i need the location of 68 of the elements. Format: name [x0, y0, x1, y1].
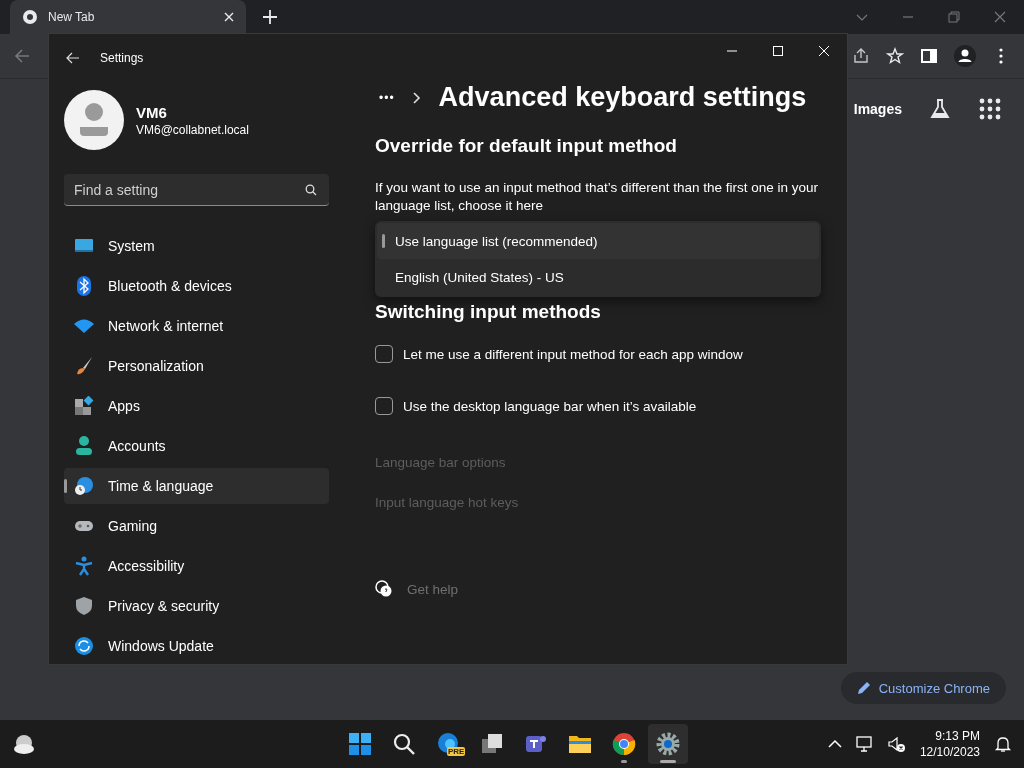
- star-icon[interactable]: [886, 47, 904, 65]
- chrome-icon: [612, 732, 636, 756]
- user-name: VM6: [136, 103, 168, 121]
- privacy-icon: [74, 596, 94, 616]
- help-chat-icon: [375, 580, 393, 598]
- dropdown-option[interactable]: Use language list (recommended): [377, 223, 819, 259]
- nav-item[interactable]: Windows Update: [64, 628, 329, 664]
- monitor-icon[interactable]: [855, 735, 874, 753]
- nav-item[interactable]: Accessibility: [64, 548, 329, 584]
- checkbox[interactable]: [375, 397, 393, 415]
- speaker-muted-icon[interactable]: [887, 735, 906, 753]
- user-email: VM6@collabnet.local: [136, 122, 249, 137]
- tab-title: New Tab: [48, 10, 96, 24]
- breadcrumb-overflow[interactable]: •••: [375, 90, 395, 105]
- nav-item[interactable]: Privacy & security: [64, 588, 329, 624]
- nav-item[interactable]: Time & language: [64, 468, 329, 504]
- nav-item[interactable]: Network & internet: [64, 308, 329, 344]
- nav-item[interactable]: Accounts: [64, 428, 329, 464]
- checkbox-label: Use the desktop language bar when it’s available: [403, 398, 697, 414]
- settings-icon: [656, 732, 680, 756]
- profile-icon[interactable]: [954, 45, 976, 67]
- preview-badge: PRE: [447, 747, 466, 756]
- checkbox[interactable]: [375, 345, 393, 363]
- avatar-icon: [64, 90, 124, 150]
- dropdown-option[interactable]: English (United States) - US: [377, 259, 819, 295]
- running-indicator: [621, 760, 627, 763]
- chevron-right-icon: [412, 91, 421, 104]
- share-icon[interactable]: [852, 47, 870, 65]
- search-icon: [392, 732, 416, 756]
- pencil-icon: [856, 681, 871, 695]
- nav-item[interactable]: Bluetooth & devices: [64, 268, 329, 304]
- weather-icon[interactable]: [12, 732, 36, 756]
- section-heading: Override for default input method: [375, 135, 678, 157]
- time-icon: [74, 476, 94, 496]
- update-icon: [74, 636, 94, 656]
- taskview-icon: [480, 732, 504, 756]
- maximize-icon[interactable]: [772, 44, 784, 57]
- section-heading: Switching input methods: [375, 301, 602, 323]
- brush-icon: [74, 356, 94, 376]
- browser-tab[interactable]: New Tab: [10, 0, 246, 34]
- apps-icon: [74, 396, 94, 416]
- taskbar-app[interactable]: [648, 724, 688, 764]
- restore-icon[interactable]: [948, 11, 960, 23]
- running-indicator: [660, 760, 676, 763]
- taskbar-app[interactable]: PRE: [428, 724, 468, 764]
- new-tab-icon[interactable]: [263, 10, 277, 24]
- checkbox-label: Let me use a different input method for each app window: [403, 346, 743, 362]
- accessibility-icon: [74, 556, 94, 576]
- nav-item[interactable]: System: [64, 228, 329, 264]
- description-text: If you want to use an input method that’s different than the first one in your language list, choose it here: [375, 179, 820, 215]
- search-icon[interactable]: [305, 184, 317, 196]
- bluetooth-icon: [74, 276, 94, 296]
- nav-item[interactable]: Apps: [64, 388, 329, 424]
- customize-chrome-button[interactable]: Customize Chrome: [840, 672, 1006, 704]
- flask-icon[interactable]: [928, 97, 952, 121]
- page-title: Advanced keyboard settings: [438, 82, 807, 113]
- start-icon: [348, 732, 372, 756]
- clock-time[interactable]: 9:13 PM: [935, 728, 980, 744]
- window-title: Settings: [100, 51, 144, 65]
- accounts-icon: [74, 436, 94, 456]
- side-panel-icon[interactable]: [920, 47, 938, 65]
- nav-item[interactable]: Personalization: [64, 348, 329, 384]
- bell-icon[interactable]: [994, 735, 1012, 753]
- search-field[interactable]: Find a setting: [64, 174, 329, 206]
- clock-date[interactable]: 12/10/2023: [919, 744, 980, 760]
- apps-grid-icon[interactable]: [978, 97, 1002, 121]
- nav-item[interactable]: Gaming: [64, 508, 329, 544]
- images-link[interactable]: Images: [853, 101, 902, 117]
